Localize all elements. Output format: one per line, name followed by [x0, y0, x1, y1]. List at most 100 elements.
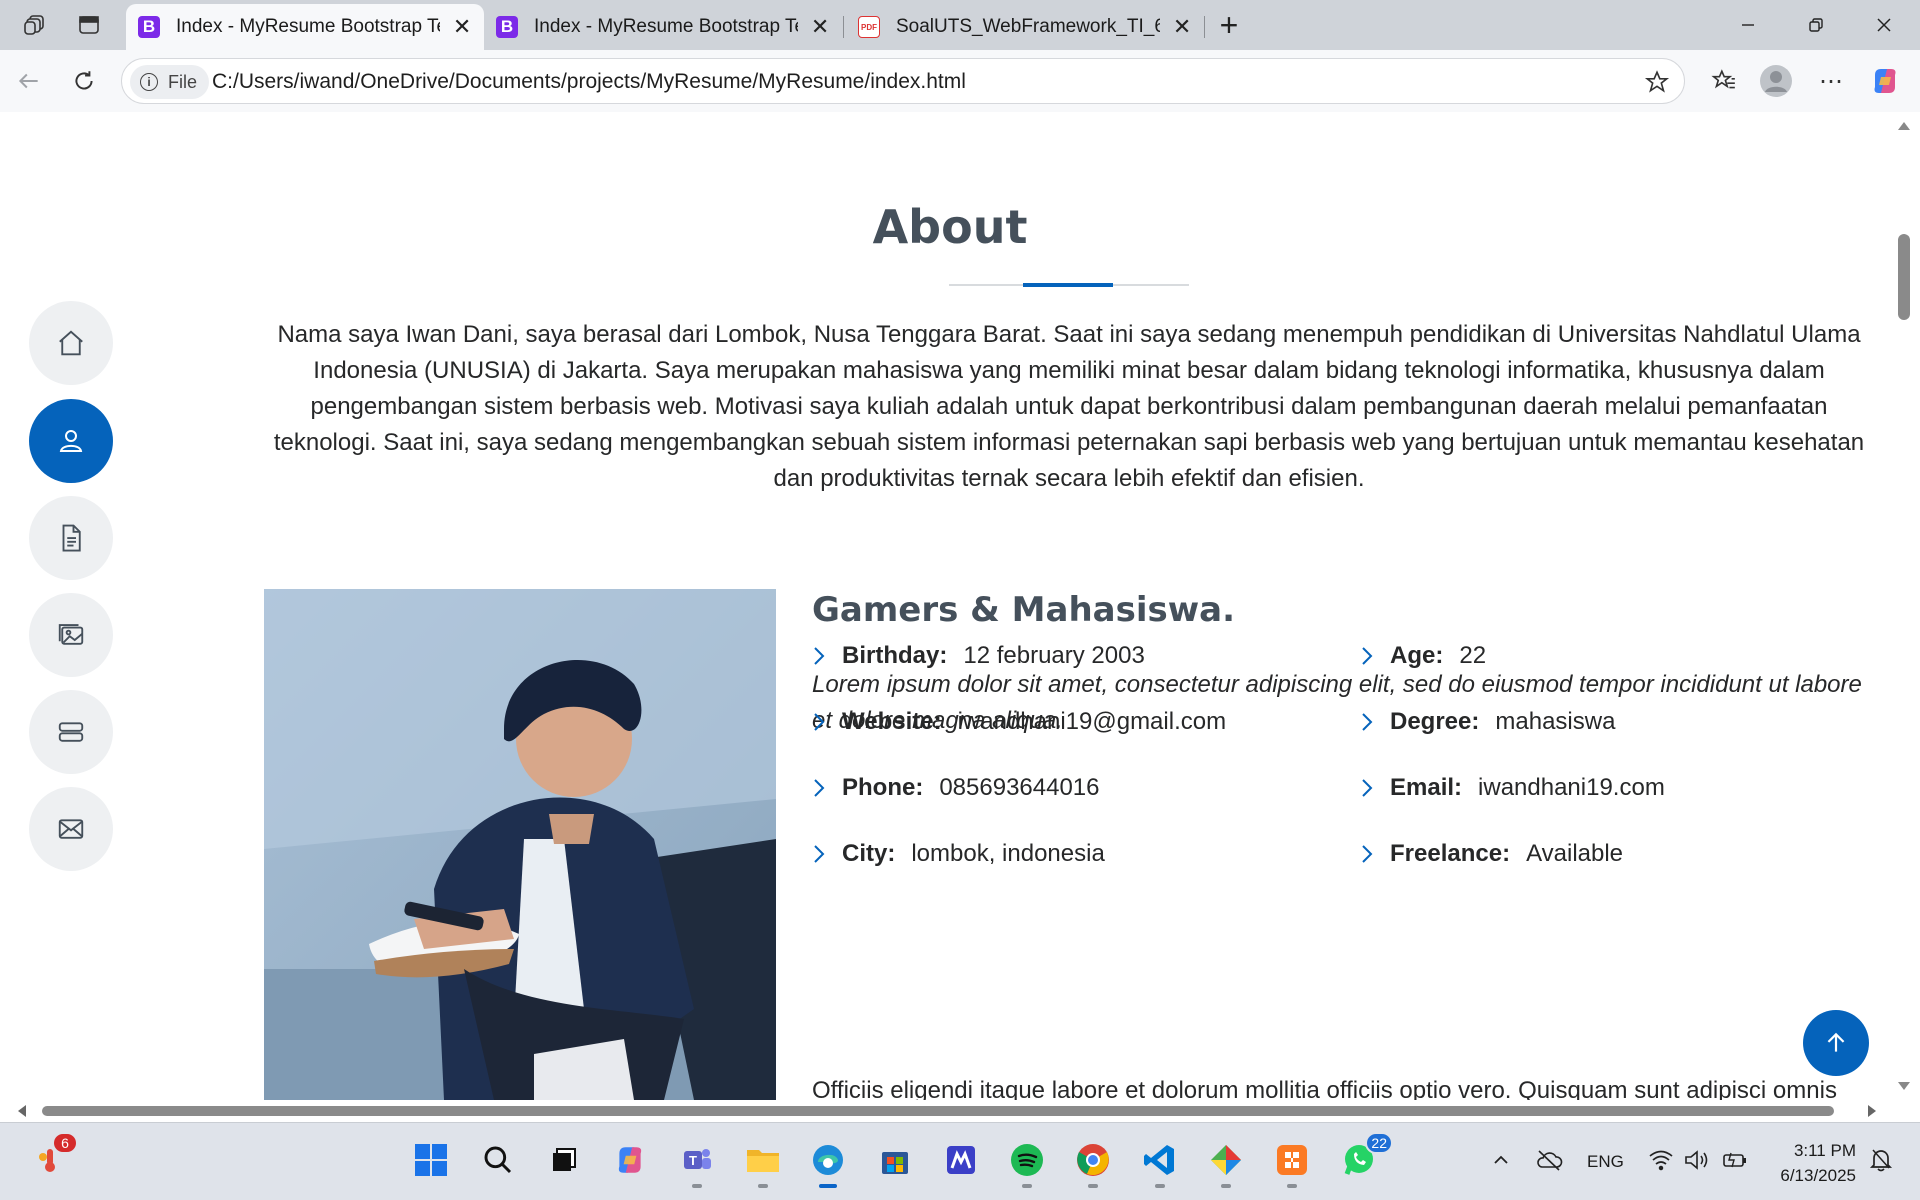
taskbar-vscode[interactable]	[1140, 1140, 1180, 1188]
nav-contact-button[interactable]	[29, 787, 113, 871]
restore-button[interactable]	[1786, 6, 1846, 44]
detail-key: Freelance:	[1390, 840, 1511, 867]
favorites-button[interactable]	[1707, 64, 1741, 98]
detail-value: iwandhani19.com	[1478, 774, 1665, 801]
profile-button[interactable]	[1759, 64, 1793, 98]
network-status[interactable]	[1641, 1140, 1681, 1180]
spotify-icon	[1011, 1144, 1043, 1176]
taskbar-chrome[interactable]	[1073, 1140, 1113, 1188]
diamond-app-icon	[1211, 1145, 1241, 1175]
show-hidden-icons-button[interactable]	[1481, 1140, 1521, 1180]
detail-value: 12 february 2003	[963, 642, 1145, 669]
chevron-right-icon	[1360, 645, 1378, 667]
info-icon: i	[140, 73, 158, 91]
battery-status[interactable]	[1714, 1140, 1754, 1180]
back-button[interactable]	[12, 64, 46, 98]
file-label: File	[168, 71, 198, 92]
tab-title: Index - MyResume Bootstrap Template	[534, 16, 798, 37]
nav-home-button[interactable]	[29, 301, 113, 385]
language-indicator[interactable]: ENG	[1587, 1152, 1624, 1172]
address-bar[interactable]: i File C:/Users/iwand/OneDrive/Documents…	[121, 58, 1685, 104]
chevron-up-icon	[1494, 1155, 1508, 1164]
taskbar-whatsapp[interactable]: 22	[1339, 1132, 1393, 1180]
chevron-right-icon	[1360, 777, 1378, 799]
taskbar-store[interactable]	[875, 1140, 915, 1180]
workspaces-icon[interactable]	[20, 10, 50, 40]
tab-resume-2[interactable]: B Index - MyResume Bootstrap Template ✕	[484, 4, 842, 50]
vscode-icon	[1144, 1145, 1174, 1175]
nav-services-button[interactable]	[29, 690, 113, 774]
refresh-icon	[75, 71, 93, 90]
close-tab-icon[interactable]: ✕	[1172, 14, 1192, 40]
restore-icon	[1809, 18, 1823, 32]
running-indicator	[692, 1184, 702, 1188]
onedrive-status[interactable]	[1529, 1140, 1569, 1180]
close-tab-icon[interactable]: ✕	[810, 14, 830, 40]
url-text[interactable]: C:/Users/iwand/OneDrive/Documents/projec…	[212, 70, 966, 94]
detail-email: Email: iwandhani19.com	[1360, 774, 1665, 802]
detail-value: iwandhani19@gmail.com	[957, 708, 1227, 735]
site-info-chip[interactable]: i File	[130, 65, 210, 99]
detail-freelance: Freelance: Available	[1360, 840, 1623, 868]
avatar-icon	[1760, 65, 1792, 97]
chevron-right-icon	[812, 777, 830, 799]
battery-icon	[1723, 1152, 1746, 1168]
store-icon	[882, 1152, 908, 1174]
detail-key: Age:	[1390, 642, 1444, 669]
more-menu-icon[interactable]: ⋯	[1814, 64, 1848, 98]
taskbar-xampp[interactable]	[1272, 1140, 1312, 1188]
horizontal-scrollbar[interactable]	[6, 1100, 1914, 1122]
close-window-button[interactable]	[1854, 6, 1914, 44]
detail-value: mahasiswa	[1495, 708, 1616, 735]
copilot-button[interactable]	[1868, 64, 1902, 98]
taskbar-edge[interactable]	[808, 1140, 848, 1188]
section-title: About	[872, 200, 1028, 254]
nav-about-button[interactable]	[29, 399, 113, 483]
new-tab-button[interactable]: +	[1214, 7, 1244, 43]
about-headline: Gamers & Mahasiswa.	[812, 590, 1235, 630]
chevron-right-icon	[812, 843, 830, 865]
taskbar-git-tool[interactable]	[1206, 1140, 1246, 1188]
taskbar-teams[interactable]: T	[677, 1140, 717, 1188]
taskbar-file-explorer[interactable]	[743, 1140, 783, 1188]
weather-widget[interactable]: 6	[30, 1132, 78, 1180]
vertical-scrollbar[interactable]	[1894, 112, 1914, 1100]
teams-icon: T	[684, 1149, 711, 1169]
nav-resume-button[interactable]	[29, 496, 113, 580]
minimize-button[interactable]	[1718, 6, 1778, 44]
xampp-icon	[1277, 1145, 1307, 1175]
taskbar-search[interactable]	[478, 1140, 518, 1180]
browser-toolbar: i File C:/Users/iwand/OneDrive/Documents…	[0, 50, 1920, 112]
running-indicator	[1287, 1184, 1297, 1188]
minimize-icon	[1742, 24, 1754, 26]
tab-resume-1[interactable]: B Index - MyResume Bootstrap Template ✕	[126, 4, 484, 50]
page-viewport: About Nama saya Iwan Dani, saya berasal …	[6, 112, 1894, 1100]
folder-icon	[747, 1150, 779, 1172]
task-view-button[interactable]	[544, 1140, 584, 1180]
detail-key: Birthday:	[842, 642, 948, 669]
volume-status[interactable]	[1677, 1140, 1717, 1180]
bootstrap-favicon-icon: B	[138, 16, 160, 38]
detail-key: City:	[842, 840, 896, 867]
clock-date[interactable]: 6/13/2025	[1760, 1166, 1856, 1186]
close-tab-icon[interactable]: ✕	[452, 14, 472, 40]
notifications-button[interactable]	[1861, 1140, 1901, 1180]
nav-portfolio-button[interactable]	[29, 593, 113, 677]
active-indicator	[819, 1184, 837, 1188]
detail-value: 22	[1459, 642, 1487, 669]
tab-pdf[interactable]: PDF SoalUTS_WebFramework_TI_6B (1).pdf ✕	[846, 4, 1204, 50]
tab-actions-icon[interactable]	[74, 10, 104, 40]
start-button[interactable]	[411, 1140, 451, 1180]
back-to-top-button[interactable]	[1803, 1010, 1869, 1076]
favorites-icon	[1711, 69, 1735, 89]
pdf-favicon-icon: PDF	[858, 16, 880, 38]
taskbar-spotify[interactable]	[1007, 1140, 1047, 1188]
favorite-star-icon[interactable]	[1644, 69, 1670, 100]
running-indicator	[758, 1184, 768, 1188]
detail-phone: Phone: 085693644016	[812, 774, 1100, 802]
taskbar-copilot[interactable]	[610, 1140, 650, 1180]
refresh-button[interactable]	[67, 64, 101, 98]
copilot-icon	[1874, 69, 1896, 93]
taskbar-app-m[interactable]	[941, 1140, 981, 1180]
clock-time[interactable]: 3:11 PM	[1770, 1141, 1856, 1161]
